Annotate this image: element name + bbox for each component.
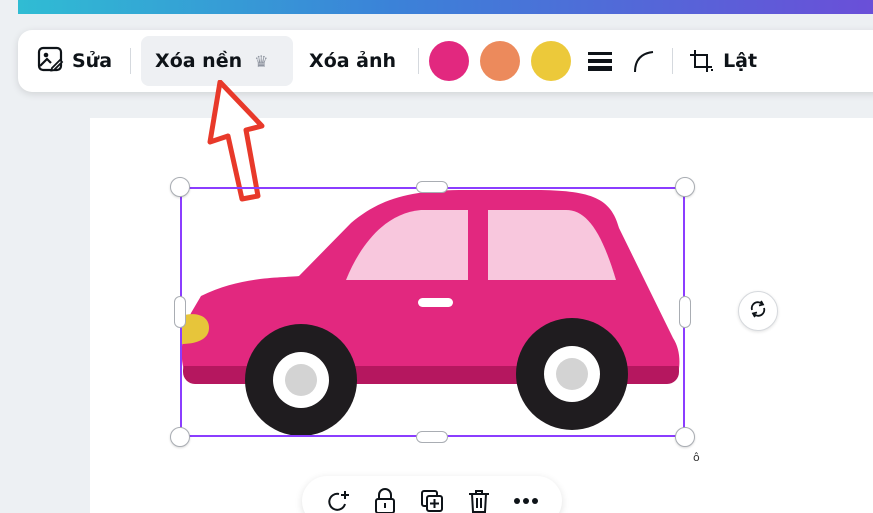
flip-label: Lật bbox=[723, 50, 758, 72]
color-swatch-yellow[interactable] bbox=[531, 41, 572, 81]
color-swatch-orange[interactable] bbox=[480, 41, 521, 81]
more-options-icon[interactable] bbox=[512, 487, 540, 513]
resize-handle-top-right[interactable] bbox=[675, 177, 695, 197]
border-weight-icon[interactable] bbox=[582, 43, 618, 79]
flip-button[interactable]: Lật bbox=[723, 36, 757, 86]
resize-handle-top[interactable] bbox=[416, 181, 448, 193]
remove-background-label: Xóa nền bbox=[155, 50, 243, 72]
top-accent-mask bbox=[0, 0, 18, 14]
annotation-arrow-icon bbox=[196, 79, 276, 202]
crop-icon[interactable] bbox=[683, 43, 719, 79]
resize-handle-right[interactable] bbox=[679, 296, 691, 328]
duplicate-icon[interactable] bbox=[418, 487, 446, 513]
regenerate-icon[interactable] bbox=[324, 487, 352, 513]
top-accent-bar bbox=[0, 0, 873, 14]
toolbar-divider bbox=[672, 48, 674, 74]
color-swatch-pink[interactable] bbox=[429, 41, 470, 81]
crown-icon: ♛ bbox=[254, 51, 269, 71]
resize-handle-top-left[interactable] bbox=[170, 177, 190, 197]
rotate-icon bbox=[748, 299, 768, 323]
edit-image-button[interactable]: Sửa bbox=[32, 36, 120, 86]
toolbar-divider bbox=[418, 48, 420, 74]
erase-image-label: Xóa ảnh bbox=[309, 50, 397, 72]
resize-handle-left[interactable] bbox=[174, 296, 186, 328]
resize-handle-bottom-right[interactable] bbox=[675, 427, 695, 447]
toolbar-divider bbox=[130, 48, 132, 74]
rotate-button[interactable] bbox=[738, 291, 778, 331]
element-action-bar bbox=[302, 476, 562, 513]
image-toolbar: Sửa Xóa nền ♛ Xóa ảnh Lật bbox=[18, 30, 873, 92]
corner-rounding-icon[interactable] bbox=[626, 43, 662, 79]
selection-frame bbox=[180, 187, 685, 437]
trash-icon[interactable] bbox=[465, 487, 493, 513]
remove-background-button[interactable]: Xóa nền ♛ bbox=[141, 36, 294, 86]
rotation-hint: ô bbox=[693, 451, 700, 464]
lock-icon[interactable] bbox=[371, 487, 399, 513]
erase-image-button[interactable]: Xóa ảnh bbox=[293, 36, 408, 86]
edit-image-icon bbox=[36, 45, 64, 78]
resize-handle-bottom[interactable] bbox=[416, 431, 448, 443]
resize-handle-bottom-left[interactable] bbox=[170, 427, 190, 447]
edit-image-label: Sửa bbox=[72, 50, 113, 72]
